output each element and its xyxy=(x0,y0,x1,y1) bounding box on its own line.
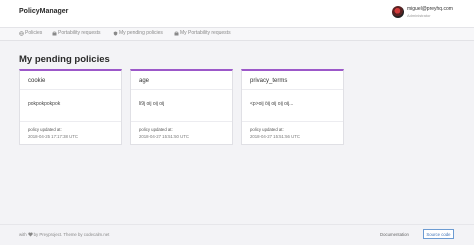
avatar[interactable] xyxy=(392,6,404,18)
footer: with by Preyproject. Theme by codecalm.n… xyxy=(0,224,474,245)
footer-with-text: with xyxy=(19,232,27,237)
nav-item-my-pending-policies[interactable]: My pending policies xyxy=(113,30,163,36)
nav-bar: Policies Portability requests My pending… xyxy=(0,28,474,41)
footer-by-text[interactable]: by Preyproject. Theme by codecalm.net xyxy=(34,232,110,237)
policy-card[interactable]: cookie pokpokpokpok policy updated at: 2… xyxy=(19,69,122,145)
divider xyxy=(242,89,343,90)
briefcase-icon xyxy=(52,31,57,35)
divider xyxy=(242,121,343,122)
policy-card[interactable]: privacy_terms <p>oij öij oij oij oij... … xyxy=(241,69,344,145)
nav-item-label: My pending policies xyxy=(119,30,163,36)
page-title: My pending policies xyxy=(19,54,110,65)
policy-updated-date: 2018-04-27 15:51:50 UTC xyxy=(139,134,189,139)
user-email[interactable]: miguel@preyhq.com xyxy=(407,6,453,12)
nav-item-my-portability-requests[interactable]: My Portability requests xyxy=(174,30,231,36)
brand-title[interactable]: PolicyManager xyxy=(19,8,68,15)
divider xyxy=(131,121,232,122)
policy-card-title: age xyxy=(139,78,150,84)
divider xyxy=(20,121,121,122)
documentation-link[interactable]: Documentation xyxy=(380,232,409,237)
source-code-button[interactable]: Source code xyxy=(423,229,454,239)
divider xyxy=(20,89,121,90)
nav-item-portability-requests[interactable]: Portability requests xyxy=(52,30,101,36)
briefcase-icon xyxy=(174,31,179,35)
heart-icon xyxy=(27,232,33,237)
nav-item-policies[interactable]: Policies xyxy=(19,30,42,36)
footer-credits: with by Preyproject. Theme by codecalm.n… xyxy=(19,232,109,237)
policy-updated-label: policy updated at: xyxy=(139,127,173,132)
policy-card-content: <p>oij öij oij oij oij... xyxy=(250,101,294,107)
nav-item-label: Portability requests xyxy=(58,30,101,36)
policy-card-title: privacy_terms xyxy=(250,78,288,84)
policy-updated-label: policy updated at: xyxy=(250,127,284,132)
policy-card-title: cookie xyxy=(28,78,46,84)
policy-updated-date: 2018-04-25 17:17:38 UTC xyxy=(28,134,78,139)
top-header: PolicyManager miguel@preyhq.com Administ… xyxy=(0,0,474,28)
policy-updated-label: policy updated at: xyxy=(28,127,62,132)
divider xyxy=(131,89,232,90)
user-role: Administrator xyxy=(407,13,431,18)
shield-icon xyxy=(113,31,118,36)
policy-updated-date: 2018-04-27 15:51:56 UTC xyxy=(250,134,300,139)
nav-item-label: Policies xyxy=(25,30,43,36)
policy-card-content: li9j oij oij oij xyxy=(139,101,165,107)
policy-card-content: pokpokpokpok xyxy=(28,101,61,107)
policy-card[interactable]: age li9j oij oij oij policy updated at: … xyxy=(130,69,233,145)
globe-icon xyxy=(19,30,24,36)
nav-item-label: My Portability requests xyxy=(180,30,231,36)
